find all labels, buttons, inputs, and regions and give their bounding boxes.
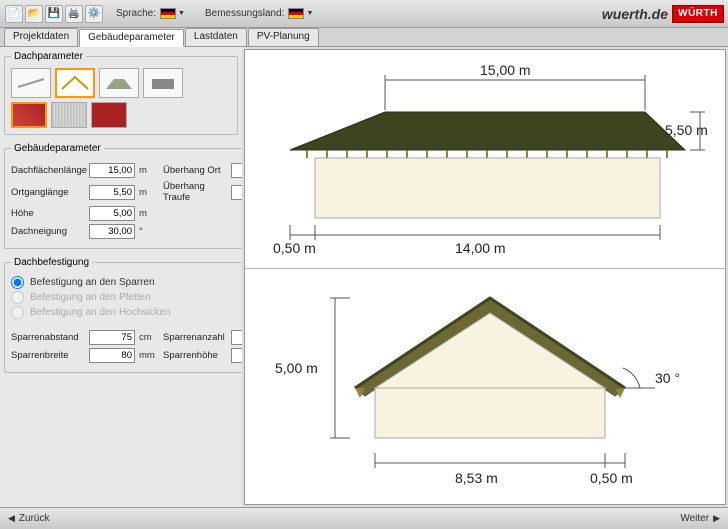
lbl-sparrenabstand: Sparrenabstand [11,332,85,343]
print-icon[interactable]: 🖨️ [65,5,83,23]
input-dachflaechenlaenge[interactable] [89,163,135,178]
lbl-hoehe: Höhe [11,208,85,219]
roof-shape-hip[interactable] [99,68,139,98]
sidebar: Dachparameter Gebäudeparameter Dachfläch… [0,47,242,507]
texture-tile-3[interactable] [91,102,127,128]
lbl-ortganglaenge: Ortganglänge [11,187,85,198]
group-gebaeudeparameter: Gebäudeparameter Dachflächenlänge m Über… [4,143,242,249]
input-hoehe[interactable] [89,206,135,221]
roof-shape-gable[interactable] [55,68,95,98]
roof-shape-shed[interactable] [11,68,51,98]
lbl-sparrenanzahl: Sparrenanzahl [163,332,227,343]
radio-pfetten: Befestigung an den Pfetten [11,291,242,304]
brand-text: wuerth.de [602,6,668,22]
lbl-dachneigung: Dachneigung [11,226,85,237]
dim-wall-len: 14,00 m [455,240,506,256]
texture-tile-2[interactable] [51,102,87,128]
open-icon[interactable]: 📂 [25,5,43,23]
footer: ◀Zurück Weiter▶ [0,507,728,529]
tab-projektdaten[interactable]: Projektdaten [4,28,78,46]
dim-eave-over: 0,50 m [590,470,633,486]
brand-logo [672,5,724,23]
country-dropdown[interactable]: ▼ [306,10,313,17]
input-sparrenbreite[interactable] [89,348,135,363]
flag-de-icon [160,8,176,19]
main-area: Dachparameter Gebäudeparameter Dachfläch… [0,46,728,507]
input-ueberhang-traufe[interactable] [231,185,242,200]
group-dachparameter: Dachparameter [4,51,238,135]
dim-rafter-len: 5,50 m [665,122,708,138]
legend-gebaeudeparameter: Gebäudeparameter [11,143,104,154]
new-icon[interactable]: 📄 [5,5,23,23]
tab-gebaeudeparameter[interactable]: Gebäudeparameter [79,29,184,47]
texture-tile-1[interactable] [11,102,47,128]
drawing-view: 15,00 m 5,50 m 0,50 m 14,00 m 5,00 m 30 … [244,49,726,505]
roof-shape-flat[interactable] [143,68,183,98]
save-icon[interactable]: 💾 [45,5,63,23]
lbl-sparrenhoehe: Sparrenhöhe [163,350,227,361]
lbl-sparrenbreite: Sparrenbreite [11,350,85,361]
input-sparrenanzahl[interactable] [231,330,242,345]
top-toolbar: 📄 📂 💾 🖨️ ⚙️ Sprache: ▼ Bemessungsland: ▼… [0,0,728,28]
back-button[interactable]: ◀Zurück [8,513,49,524]
dim-roof-len: 15,00 m [480,62,531,78]
lbl-ueberhang-ort: Überhang Ort [163,165,227,176]
lbl-dachflaechenlaenge: Dachflächenlänge [11,165,85,176]
input-ueberhang-ort[interactable] [231,163,242,178]
country-label: Bemessungsland: [205,8,285,19]
input-ortganglaenge[interactable] [89,185,135,200]
dim-overhang: 0,50 m [273,240,316,256]
group-dachbefestigung: Dachbefestigung Befestigung an den Sparr… [4,257,242,373]
language-label: Sprache: [116,8,156,19]
flag-de-icon-2 [288,8,304,19]
lbl-ueberhang-traufe: Überhang Traufe [163,181,227,203]
next-button[interactable]: Weiter▶ [680,513,720,524]
dim-height: 5,00 m [275,360,318,376]
tab-pvplanung[interactable]: PV-Planung [248,28,319,46]
tab-lastdaten[interactable]: Lastdaten [185,28,247,46]
chevron-left-icon: ◀ [8,513,15,524]
input-dachneigung[interactable] [89,224,135,239]
legend-dachbefestigung: Dachbefestigung [11,257,92,268]
front-elevation [245,50,725,270]
dim-angle: 30 ° [655,370,680,386]
input-sparrenabstand[interactable] [89,330,135,345]
prefs-icon[interactable]: ⚙️ [85,5,103,23]
input-sparrenhoehe[interactable] [231,348,242,363]
legend-dachparameter: Dachparameter [11,51,86,62]
chevron-right-icon: ▶ [713,513,720,524]
radio-sparren[interactable]: Befestigung an den Sparren [11,276,242,289]
language-dropdown[interactable]: ▼ [178,10,185,17]
dim-half-width: 8,53 m [455,470,498,486]
radio-hochsicken: Befestigung an den Hochsicken [11,306,242,319]
tabs: Projektdaten Gebäudeparameter Lastdaten … [0,28,728,46]
